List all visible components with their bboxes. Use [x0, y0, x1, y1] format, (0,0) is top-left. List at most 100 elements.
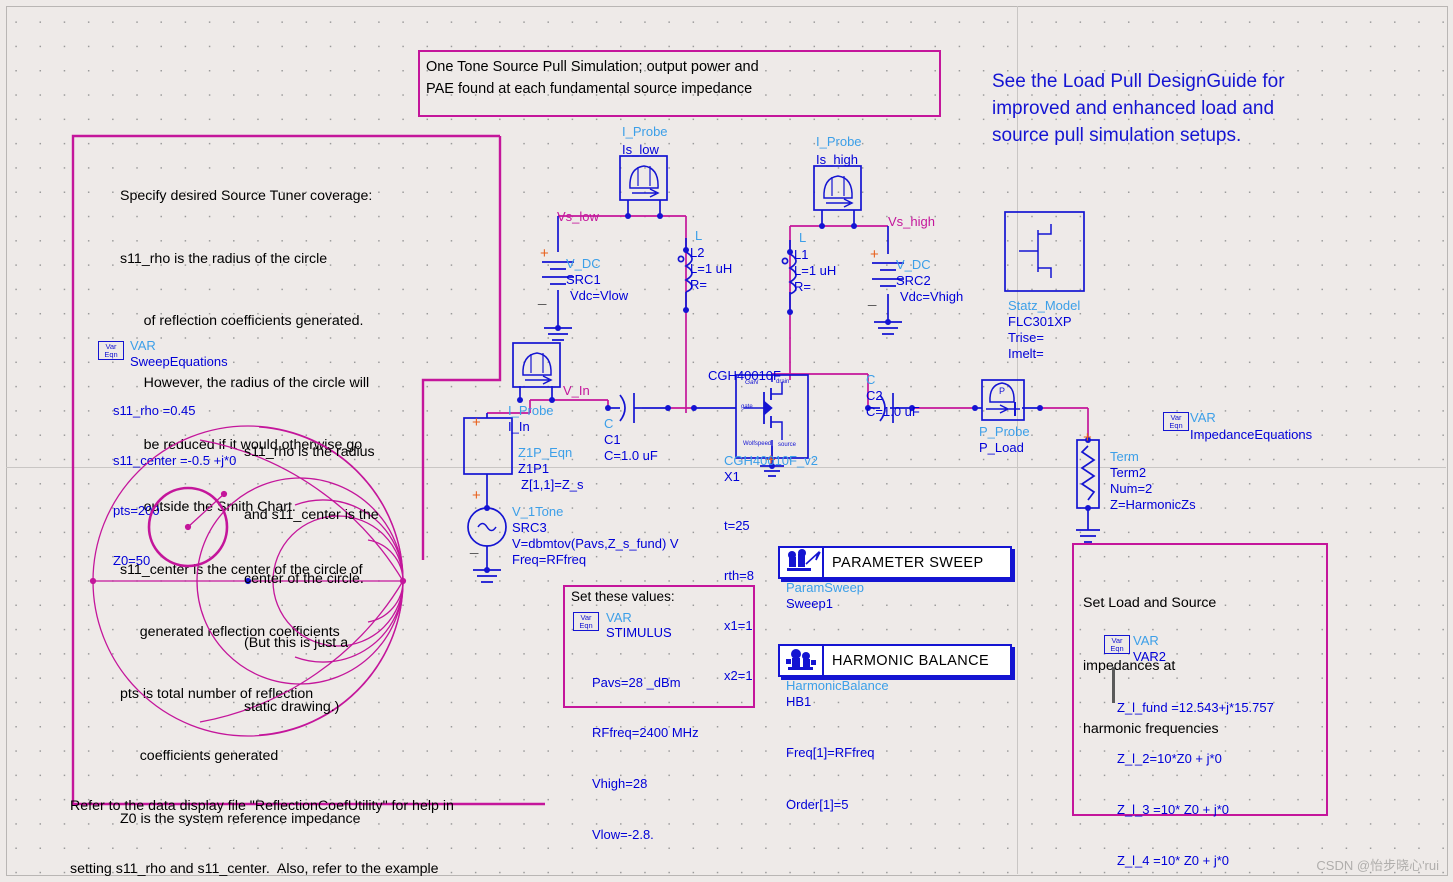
bottom-note-text: Refer to the data display file "Reflecti… — [70, 753, 518, 882]
iprobe-low-symbol — [619, 155, 668, 201]
var2-param-2: Z_l_3 =10* Z0 + j*0 — [1117, 802, 1230, 818]
z1p1-plus-marker: + — [472, 414, 481, 431]
var-icon-bottom-label-3: Eqn — [579, 621, 593, 630]
term-param-num: Num=2 — [1110, 481, 1153, 496]
smith-note-line-3: (But this is just a — [244, 635, 349, 652]
c2-type: C — [866, 372, 876, 387]
smith-note-line-1: and s11_center is the — [244, 507, 379, 524]
fet-type: CGH40010F_v2 — [724, 453, 818, 468]
title-note-line2: PAE found at each fundamental source imp… — [426, 81, 753, 97]
var-icon-bottom-label-4: Eqn — [1110, 644, 1124, 653]
smith-note-line-2: center of the circle. — [244, 571, 364, 588]
src2-type: V_DC — [896, 257, 931, 272]
c1-type: C — [604, 416, 614, 431]
var-eqn-icon-sweepequations[interactable]: Var Eqn — [98, 341, 124, 360]
harmonic-balance-icon — [780, 646, 824, 675]
var2-params: Z_l_fund =12.543+j*15.757 Z_l_2=10*Z0 + … — [1117, 665, 1274, 882]
bottom-note-line-1: setting s11_rho and s11_center. Also, re… — [70, 861, 439, 878]
svg-text:P: P — [999, 386, 1005, 396]
statz-param-trise: Trise= — [1008, 330, 1044, 345]
paramsweep-type: ParamSweep — [786, 580, 865, 595]
var-eqn-icon-stimulus[interactable]: Var Eqn — [573, 612, 599, 631]
l2-name: L2 — [690, 245, 705, 260]
iprobe-low-name: Is_low — [622, 142, 659, 157]
stimulus-param-3: Vlow=-2.8. — [592, 826, 654, 842]
src1-param: Vdc=Vlow — [570, 288, 629, 303]
stimulus-param-2: Vhigh=28 — [592, 776, 648, 792]
sweepequations-param-3: Z0=50 — [113, 552, 151, 568]
impedance-var-name: ImpedanceEquations — [1190, 427, 1313, 442]
sweepequations-param-2: pts=200 — [113, 503, 160, 518]
l1-param-l: L=1 uH — [794, 263, 837, 278]
pprobe-name: P_Load — [979, 440, 1024, 455]
hb-param-0: Freq[1]=RFfreq — [786, 745, 875, 761]
paramsweep-name: Sweep1 — [786, 596, 833, 611]
var2-param-3: Z_l_4 =10* Z0 + j*0 — [1117, 853, 1230, 869]
impedance-var-type: VAR — [1190, 410, 1216, 425]
stimulus-heading: Set these values: — [571, 589, 675, 604]
term-plus-marker: + — [1083, 429, 1092, 446]
wire-label-vs-low: Vs_low — [557, 209, 599, 224]
watermark-text: CSDN @怡步晓心'rui — [1316, 858, 1439, 873]
pprobe-type: P_Probe — [979, 424, 1030, 439]
l1-name: L1 — [794, 247, 809, 262]
term-type: Term — [1110, 449, 1139, 464]
src1-type: V_DC — [566, 256, 601, 271]
smith-note-text: s11_rho is the radius and s11_center is … — [244, 399, 379, 761]
src3-type: V_1Tone — [512, 504, 564, 519]
var2-type: VAR — [1133, 633, 1159, 648]
sweepequations-param-0: s11_rho =0.45 — [113, 403, 196, 419]
src1-name: SRC1 — [566, 272, 601, 287]
fet-pin-source-label: source — [778, 442, 797, 448]
tuner-note-line-0: Specify desired Source Tuner coverage: — [120, 188, 373, 205]
sweepequations-param-1: s11_center =-0.5 +j*0 — [113, 453, 237, 469]
designguide-note-line2: improved and enhanced load and — [992, 98, 1275, 119]
c1-name: C1 — [604, 432, 621, 447]
parameter-sweep-controller[interactable]: PARAMETER SWEEP — [778, 546, 1012, 579]
l2-type: L — [695, 228, 703, 243]
var-eqn-icon-var2[interactable]: Var Eqn — [1104, 635, 1130, 654]
title-note-line1: One Tone Source Pull Simulation; output … — [426, 59, 759, 75]
designguide-note-line3: source pull simulation setups. — [992, 125, 1242, 146]
parameter-sweep-icon — [780, 548, 824, 577]
var-icon-bottom-label-2: Eqn — [1169, 421, 1183, 430]
wire-label-v-in: V_In — [563, 383, 590, 398]
capacitor-c1-symbol — [619, 393, 642, 423]
stimulus-param-1: RFfreq=2400 MHz — [592, 725, 699, 741]
statz-name: FLC301XP — [1008, 314, 1072, 329]
tuner-note-line-2: of reflection coefficients generated. — [120, 312, 364, 329]
smith-note-line-4: static drawing.) — [244, 699, 340, 716]
term-name: Term2 — [1110, 465, 1147, 480]
fet-tech-label: GaN — [745, 379, 759, 386]
iprobe-in-symbol — [512, 342, 561, 388]
var2-name: VAR2 — [1133, 649, 1166, 664]
statz-model-symbol — [1004, 211, 1085, 292]
var2-param-0: Z_l_fund =12.543+j*15.757 — [1117, 700, 1274, 716]
wire-label-vs-high: Vs_high — [888, 214, 935, 229]
src1-minus-marker: _ — [537, 289, 547, 306]
src3-param-v: V=dbmtov(Pavs,Z_s_fund) V — [512, 536, 679, 551]
iprobe-low-type: I_Probe — [622, 124, 668, 139]
fet-param-1: rth=8 — [724, 568, 754, 584]
src2-minus-marker: _ — [867, 290, 877, 307]
fet-param-0: t=25 — [724, 518, 750, 534]
harmonic-balance-controller[interactable]: HARMONIC BALANCE — [778, 644, 1012, 677]
z1p-param: Z[1,1]=Z_s — [521, 477, 584, 492]
fet-vendor-label: Wolfspeed — [743, 441, 772, 447]
var-icon-bottom-label: Eqn — [104, 350, 118, 359]
statz-type: Statz_Model — [1008, 298, 1081, 313]
src3-name: SRC3 — [512, 520, 547, 535]
bottom-note-line-0: Refer to the data display file "Reflecti… — [70, 797, 454, 814]
iprobe-in-name: I_In — [508, 419, 530, 434]
z1p-type: Z1P_Eqn — [518, 445, 573, 460]
var2-equation-marker — [1112, 667, 1115, 703]
harmonic-note-heading-0: Set Load and Source — [1083, 595, 1217, 612]
var-eqn-icon-impedanceequations[interactable]: Var Eqn — [1163, 412, 1189, 431]
parameter-sweep-title: PARAMETER SWEEP — [832, 554, 984, 571]
hb-name: HB1 — [786, 694, 812, 709]
term-resistor-symbol — [1080, 445, 1096, 501]
z1p-name: Z1P1 — [518, 461, 550, 476]
sweepequations-type: VAR — [130, 338, 156, 353]
designguide-note-line1: See the Load Pull DesignGuide for — [992, 71, 1285, 92]
l2-param-l: L=1 uH — [690, 261, 733, 276]
